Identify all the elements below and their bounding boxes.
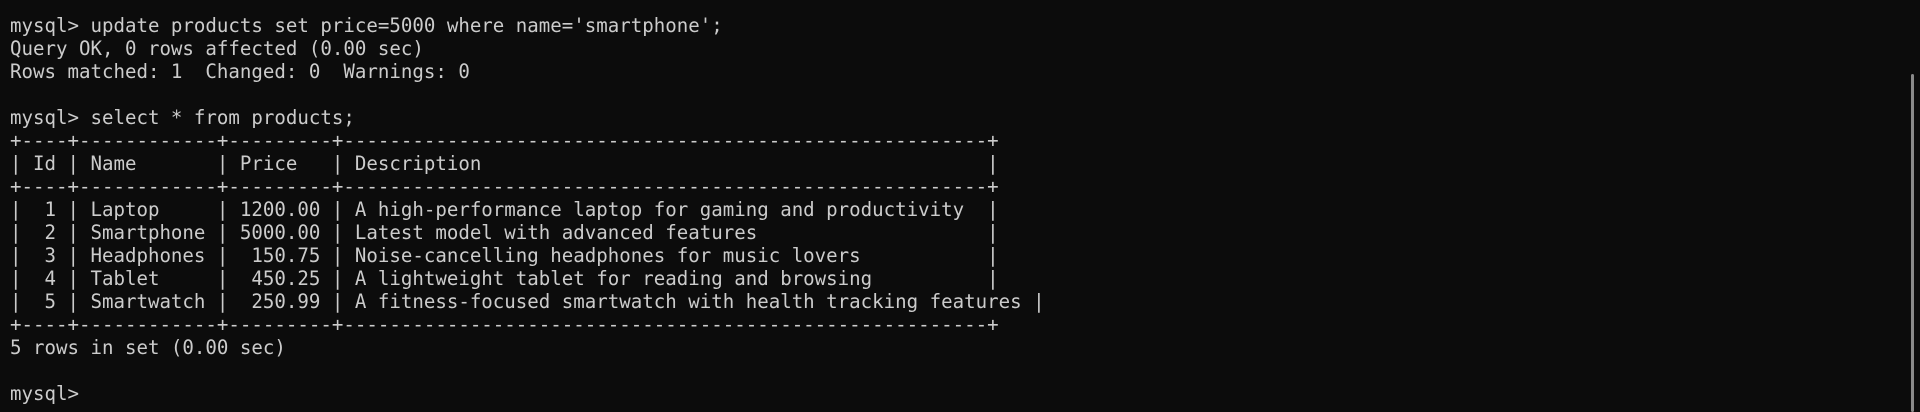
table-row: | 4 | Tablet | 450.25 | A lightweight ta…: [10, 267, 999, 290]
table-row: | 5 | Smartwatch | 250.99 | A fitness-fo…: [10, 290, 1045, 313]
table-border-header: +----+------------+---------+-----------…: [10, 175, 999, 198]
table-row: | 1 | Laptop | 1200.00 | A high-performa…: [10, 198, 999, 221]
table-row: | 2 | Smartphone | 5000.00 | Latest mode…: [10, 221, 999, 244]
query-result-status: Query OK, 0 rows affected (0.00 sec): [10, 37, 424, 60]
command-line-select: mysql> select * from products;: [10, 106, 355, 129]
table-border-top: +----+------------+---------+-----------…: [10, 129, 999, 152]
scrollbar-thumb[interactable]: [1911, 74, 1914, 412]
table-row: | 3 | Headphones | 150.75 | Noise-cancel…: [10, 244, 999, 267]
result-count: 5 rows in set (0.00 sec): [10, 336, 286, 359]
command-prompt[interactable]: mysql>: [10, 382, 1890, 405]
terminal-output[interactable]: mysql> update products set price=5000 wh…: [10, 14, 1890, 405]
scrollbar[interactable]: [1902, 0, 1920, 412]
rows-matched-info: Rows matched: 1 Changed: 0 Warnings: 0: [10, 60, 470, 83]
command-line-update: mysql> update products set price=5000 wh…: [10, 14, 723, 37]
table-header-row: | Id | Name | Price | Description |: [10, 152, 999, 175]
table-border-bottom: +----+------------+---------+-----------…: [10, 313, 999, 336]
